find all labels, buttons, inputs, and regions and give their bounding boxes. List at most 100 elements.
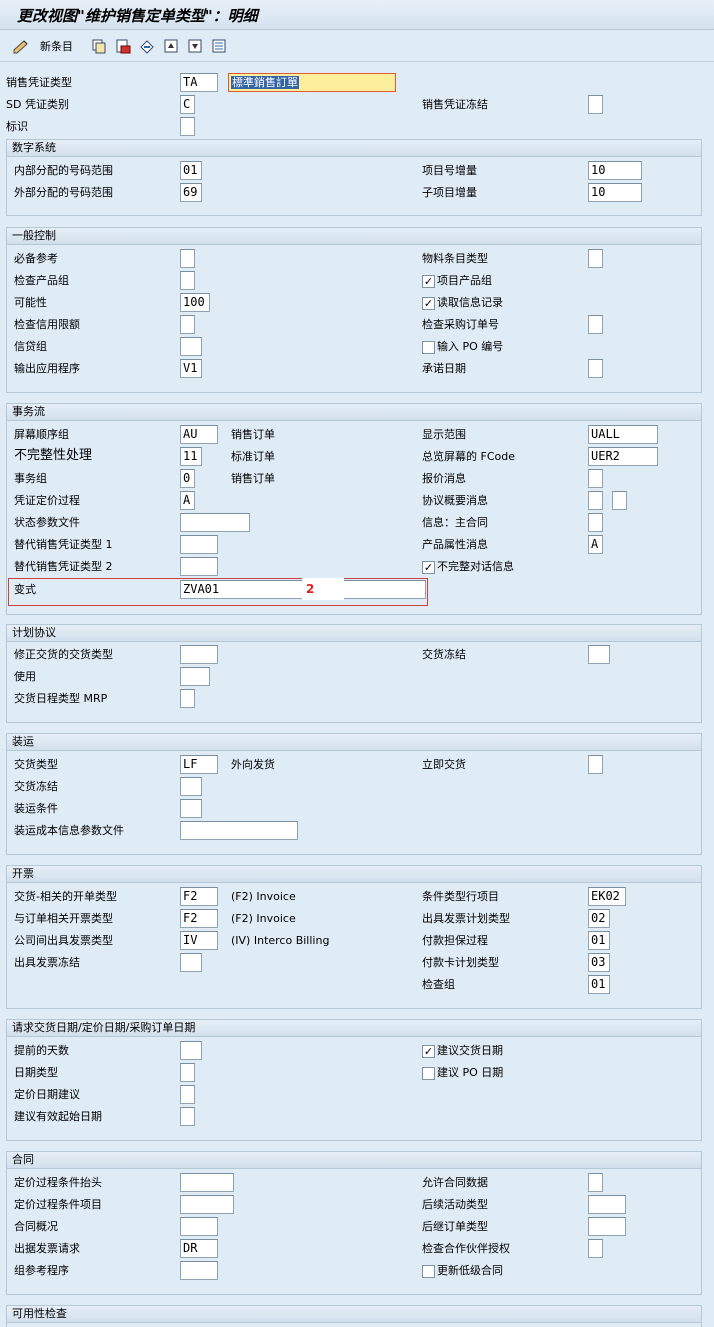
transaction-group-field[interactable]: 0: [180, 469, 195, 488]
output-application-label: 输出应用程序: [14, 362, 80, 375]
fcode-field[interactable]: UER2: [588, 447, 658, 466]
commitment-date-field[interactable]: [588, 359, 603, 378]
sub-item-increment-field[interactable]: 10: [588, 183, 642, 202]
reference-mandatory-field[interactable]: [180, 249, 195, 268]
group-reference-label: 组参考程序: [14, 1264, 69, 1277]
shipping-conditions-field[interactable]: [180, 799, 202, 818]
next-entry-icon[interactable]: [186, 37, 204, 55]
incompletion-desc: 标准订单: [231, 450, 275, 463]
immediate-delivery-field[interactable]: [588, 755, 603, 774]
copy-icon[interactable]: [90, 37, 108, 55]
probability-field[interactable]: 100: [180, 293, 210, 312]
corr-delivery-type-field[interactable]: [180, 645, 218, 664]
subsequent-order-type-field[interactable]: [588, 1217, 626, 1236]
check-credit-label: 检查信用限额: [14, 318, 80, 331]
card-plan-type-field[interactable]: 03: [588, 953, 610, 972]
billing-block-field[interactable]: [180, 953, 202, 972]
internal-range-field[interactable]: 01: [180, 161, 202, 180]
master-contract-info-field[interactable]: [588, 513, 603, 532]
order-billing-type-field[interactable]: F2: [180, 909, 218, 928]
outline-agreement-msg-field-2[interactable]: [612, 491, 627, 510]
outline-agreement-msg-label: 协议概要消息: [422, 494, 488, 507]
indicator-field[interactable]: [180, 117, 195, 136]
external-range-field[interactable]: 69: [180, 183, 202, 202]
check-po-number-field[interactable]: [588, 315, 603, 334]
alt-doc-type-1-label: 替代销售凭证类型 1: [14, 538, 113, 551]
billing-plan-type-field[interactable]: 02: [588, 909, 610, 928]
credit-group-label: 信贷组: [14, 340, 47, 353]
alt-doc-type-1-field[interactable]: [180, 535, 218, 554]
availability-check-group: 可用性检查: [6, 1305, 702, 1327]
mrp-schedule-type-field[interactable]: [180, 689, 195, 708]
payment-guarantee-field[interactable]: 01: [588, 931, 610, 950]
pricing-date-proposal-field[interactable]: [180, 1085, 195, 1104]
doc-pricing-field[interactable]: A: [180, 491, 195, 510]
check-division-field[interactable]: [180, 271, 195, 290]
outline-agreement-msg-field[interactable]: [588, 491, 603, 510]
delivery-type-desc: 外向发货: [231, 758, 275, 771]
incompletion-field[interactable]: 11: [180, 447, 202, 466]
delivery-billing-type-field[interactable]: F2: [180, 887, 218, 906]
previous-entry-icon[interactable]: [162, 37, 180, 55]
alt-doc-type-2-field[interactable]: [180, 557, 218, 576]
new-entries-button[interactable]: 新条目: [40, 37, 73, 55]
pricing-item-field[interactable]: [180, 1195, 234, 1214]
order-billing-type-label: 与订单相关开票类型: [14, 912, 113, 925]
check-partner-auth-field[interactable]: [588, 1239, 603, 1258]
display-range-field[interactable]: UALL: [588, 425, 658, 444]
billing-request-label: 出据发票请求: [14, 1242, 80, 1255]
credit-group-field[interactable]: [180, 337, 202, 356]
billing-block-label: 出具发票冻结: [14, 956, 80, 969]
undo-change-icon[interactable]: [138, 37, 156, 55]
propose-po-date-checkbox[interactable]: [422, 1067, 435, 1080]
billing-request-field[interactable]: DR: [180, 1239, 218, 1258]
delivery-type-field[interactable]: LF: [180, 755, 218, 774]
checking-group-field[interactable]: 01: [588, 975, 610, 994]
shipping-delivery-block-field[interactable]: [180, 777, 202, 796]
pricing-header-field[interactable]: [180, 1173, 234, 1192]
print-list-icon[interactable]: [210, 37, 228, 55]
status-profile-field[interactable]: [180, 513, 250, 532]
lead-days-label: 提前的天数: [14, 1044, 69, 1057]
propose-delivery-date-checkbox[interactable]: ✓: [422, 1045, 435, 1058]
transaction-group-desc: 销售订单: [231, 472, 275, 485]
shipping-cost-profile-field[interactable]: [180, 821, 298, 840]
check-division-label: 检查产品组: [14, 274, 69, 287]
incomplete-dialog-checkbox[interactable]: ✓: [422, 561, 435, 574]
edit-glasses-icon[interactable]: [12, 37, 30, 55]
scheduling-delivery-block-field[interactable]: [588, 645, 610, 664]
interco-billing-type-field[interactable]: IV: [180, 931, 218, 950]
usage-field[interactable]: [180, 667, 210, 686]
doc-type-description-text: 標準銷售訂單: [231, 76, 299, 89]
pricing-header-label: 定价过程条件抬头: [14, 1176, 102, 1189]
screen-sequence-field[interactable]: AU: [180, 425, 218, 444]
delete-icon[interactable]: [114, 37, 132, 55]
read-info-record-checkbox[interactable]: ✓: [422, 297, 435, 310]
sd-category-field[interactable]: C: [180, 95, 195, 114]
item-increment-field[interactable]: 10: [588, 161, 642, 180]
enter-po-number-checkbox[interactable]: [422, 341, 435, 354]
read-info-record-label: 读取信息记录: [437, 296, 503, 309]
condition-type-item-field[interactable]: EK02: [588, 887, 626, 906]
doc-type-description-field[interactable]: 標準銷售訂單: [228, 73, 396, 92]
lead-days-field[interactable]: [180, 1041, 202, 1060]
transaction-flow-header: 事务流: [7, 404, 701, 421]
doc-block-field[interactable]: [588, 95, 603, 114]
scheduling-delivery-block-label: 交货冻结: [422, 648, 466, 661]
quotation-messages-field[interactable]: [588, 469, 603, 488]
date-type-field[interactable]: [180, 1063, 195, 1082]
fcode-label: 总览屏幕的 FCode: [422, 450, 515, 463]
contract-profile-field[interactable]: [180, 1217, 218, 1236]
item-division-checkbox[interactable]: ✓: [422, 275, 435, 288]
product-attr-msg-field[interactable]: A: [588, 535, 603, 554]
follow-up-activity-field[interactable]: [588, 1195, 626, 1214]
doc-type-field[interactable]: TA: [180, 73, 218, 92]
update-lower-contract-checkbox[interactable]: [422, 1265, 435, 1278]
contract-data-allowed-field[interactable]: [588, 1173, 603, 1192]
check-credit-field[interactable]: [180, 315, 195, 334]
title-bar: 更改视图"维护销售定单类型"：明细: [0, 0, 714, 30]
output-application-field[interactable]: V1: [180, 359, 202, 378]
valid-from-proposal-field[interactable]: [180, 1107, 195, 1126]
material-entry-type-field[interactable]: [588, 249, 603, 268]
group-reference-field[interactable]: [180, 1261, 218, 1280]
